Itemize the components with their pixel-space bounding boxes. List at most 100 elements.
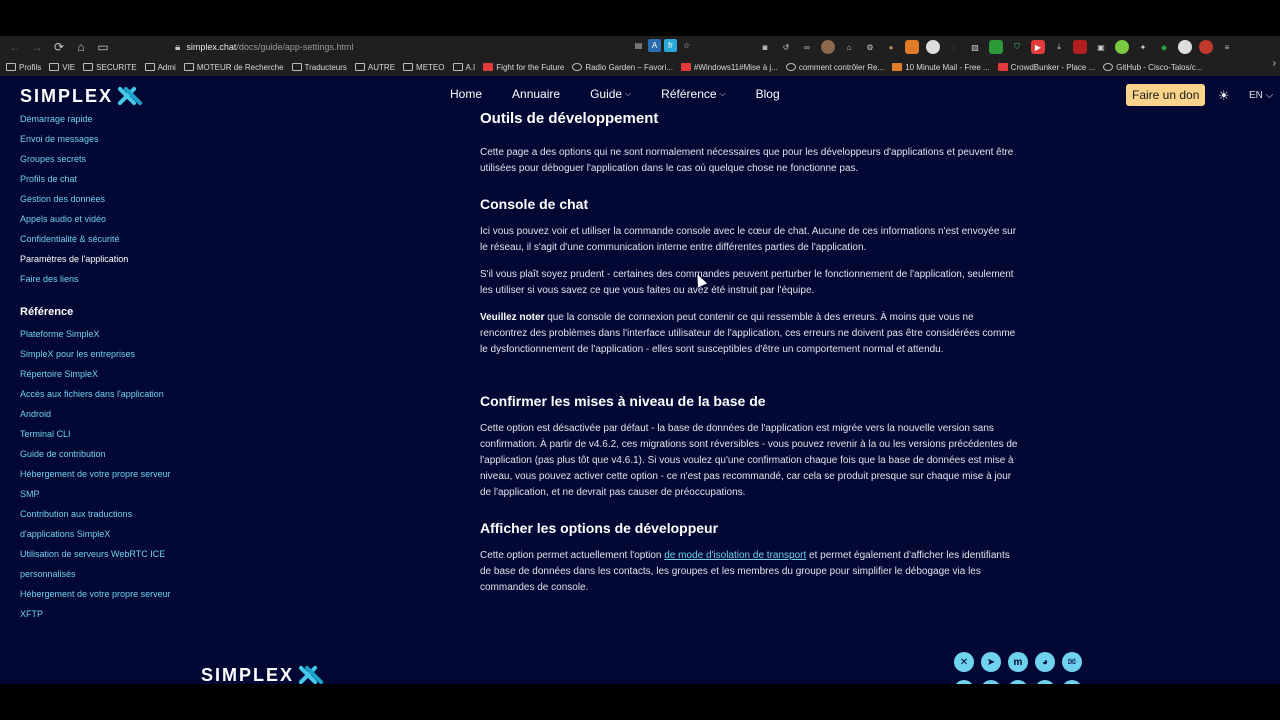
telegram-icon[interactable]: ➤ [981,652,1001,672]
extension-green-diamond-icon[interactable]: ◆ [1157,40,1171,54]
bookmark-item[interactable]: Admi [144,63,176,72]
sidebar-item-entreprises[interactable]: SimpleX pour les entreprises [20,349,135,359]
social-icon[interactable] [1035,680,1055,684]
social-icon[interactable] [1062,680,1082,684]
sidebar-item-parametres[interactable]: Paramètres de l'application [20,254,128,264]
sidebar-item-acces-fichiers[interactable]: Accès aux fichiers dans l'application [20,389,164,399]
menu-icon[interactable]: ≡ [1220,40,1234,54]
sidebar-item-traductions[interactable]: Contribution aux traductions [20,509,132,519]
nav-blog[interactable]: Blog [756,87,780,101]
bookmark-item[interactable]: VIE [49,63,75,72]
reload-icon[interactable]: ⟳ [48,36,70,58]
extension-white-icon[interactable] [1178,40,1192,54]
nav-reference[interactable]: Référence ⌵ [661,87,725,101]
extension-print-icon[interactable]: ▣ [1094,40,1108,54]
folder-icon [291,63,302,71]
bookmark-item[interactable]: 10 Minute Mail - Free ... [892,63,990,72]
nav-home[interactable]: Home [450,87,482,101]
extension-red-badge-icon[interactable] [1073,40,1087,54]
extension-dot-icon[interactable]: ● [884,40,898,54]
extension-puzzle-icon[interactable]: ✦ [1136,40,1150,54]
sidebar-item-webrtc[interactable]: Utilisation de serveurs WebRTC ICE [20,549,165,559]
social-icon[interactable] [1008,680,1028,684]
sidebar-item-terminal[interactable]: Terminal CLI [20,429,71,439]
sidebar-item-traductions-2[interactable]: d'applications SimpleX [20,529,110,539]
donate-button[interactable]: Faire un don [1126,84,1206,106]
nav-annuaire[interactable]: Annuaire [512,87,560,101]
bookmark-item[interactable]: SECURITE [83,63,137,72]
chevron-right-icon[interactable]: › [1273,58,1276,69]
bookmark-item[interactable]: Traducteurs [291,63,347,72]
sidebar-item-envoi-messages[interactable]: Envoi de messages [20,134,99,144]
address-bar[interactable]: 🔒︎ simplex.chat/docs/guide/app-settings.… [175,36,695,58]
nav-guide[interactable]: Guide ⌵ [590,87,631,101]
sidebar-item-demarrage[interactable]: Démarrage rapide [20,114,93,124]
bookmark-item[interactable]: Fight for the Future [483,63,564,72]
sidebar-item-android[interactable]: Android [20,409,51,419]
social-icon[interactable] [954,680,974,684]
youtube-icon [680,63,691,71]
bookmark-star-icon[interactable]: ☆ [680,39,693,52]
reddit-icon[interactable]: ◕ [1035,652,1055,672]
sidebar-item-liens[interactable]: Faire des liens [20,274,79,284]
lock-icon: 🔒︎ [175,41,181,53]
language-selector[interactable]: EN ⌵ [1249,90,1273,101]
social-icon[interactable] [981,680,1001,684]
back-icon[interactable]: ← [4,36,26,58]
sidebar-item-hebergement-xftp-2[interactable]: XFTP [20,609,43,619]
extension-gray-icon[interactable]: ◌ [947,40,961,54]
bookmark-item[interactable]: AUTRE [354,63,395,72]
extension-brown-icon[interactable] [821,40,835,54]
extension-red-icon[interactable] [1199,40,1213,54]
youtube-icon[interactable]: ▶ [1031,40,1045,54]
reader-mode-icon[interactable]: ▤ [632,39,645,52]
sidebar-item-webrtc-2[interactable]: personnalisés [20,569,76,579]
translate-extension-icon[interactable]: fr [664,39,677,52]
extension-green-icon[interactable] [989,40,1003,54]
email-icon[interactable]: ✉ [1062,652,1082,672]
globe-icon [785,63,796,71]
simplex-icon[interactable]: ✕ [954,652,974,672]
bookmark-item[interactable]: CrowdBunker - Place ... [997,63,1095,72]
sidebar-item-confidentialite[interactable]: Confidentialité & sécurité [20,234,120,244]
sidebar-item-hebergement-smp-2[interactable]: SMP [20,489,40,499]
sidebar-toggle-icon[interactable]: ▭ [92,36,114,58]
forward-icon[interactable]: → [26,36,48,58]
sidebar-item-profils[interactable]: Profils de chat [20,174,77,184]
sidebar-item-hebergement-smp[interactable]: Hébergement de votre propre serveur [20,469,171,479]
extension-home-icon[interactable]: ⌂ [842,40,856,54]
shield-icon[interactable]: ⛉ [1010,40,1024,54]
bookmark-item[interactable]: Radio Garden – Favori... [572,63,673,72]
site-logo[interactable]: SIMPLEX [20,84,143,108]
sun-icon[interactable]: ☀ [1218,88,1230,104]
bookmark-item[interactable]: comment contrôler Re... [785,63,884,72]
footer-logo[interactable]: SIMPLEX [201,663,324,684]
sidebar-item-repertoire[interactable]: Répertoire SimpleX [20,369,98,379]
sidebar-item-gestion-donnees[interactable]: Gestion des données [20,194,105,204]
bookmark-item[interactable]: MOTEUR de Recherche [183,63,284,72]
link-isolation-transport[interactable]: de mode d'isolation de transport [664,550,806,561]
bookmark-item[interactable]: METEO [403,63,445,72]
download-icon[interactable]: ⤓ [1052,40,1066,54]
settings-gear-icon[interactable]: ⚙ [863,40,877,54]
sidebar-item-contribution[interactable]: Guide de contribution [20,449,106,459]
bookmark-item[interactable]: GitHub - Cisco-Talos/c... [1103,63,1202,72]
home-icon[interactable]: ⌂ [70,36,92,58]
bookmark-item[interactable]: Profils [6,63,41,72]
github-icon [1103,63,1114,71]
sidebar-item-hebergement-xftp[interactable]: Hébergement de votre propre serveur [20,589,171,599]
sidebar-item-plateforme[interactable]: Plateforme SimpleX [20,329,100,339]
sidebar-item-appels[interactable]: Appels audio et vidéo [20,214,106,224]
translate-icon[interactable]: A [648,39,661,52]
mastodon-icon[interactable]: m [1008,652,1028,672]
infinity-icon[interactable]: ∞ [800,40,814,54]
extension-lime-icon[interactable] [1115,40,1129,54]
extension-orange-icon[interactable] [905,40,919,54]
extension-image-icon[interactable]: ▧ [968,40,982,54]
bookmark-item[interactable]: #Windows11#Mise à j... [680,63,778,72]
history-icon[interactable]: ↺ [779,40,793,54]
extension-circle-icon[interactable] [926,40,940,54]
sidebar-item-groupes-secrets[interactable]: Groupes secrets [20,154,86,164]
screenshot-icon[interactable]: ◙ [758,40,772,54]
bookmark-item[interactable]: A.I [452,63,475,72]
